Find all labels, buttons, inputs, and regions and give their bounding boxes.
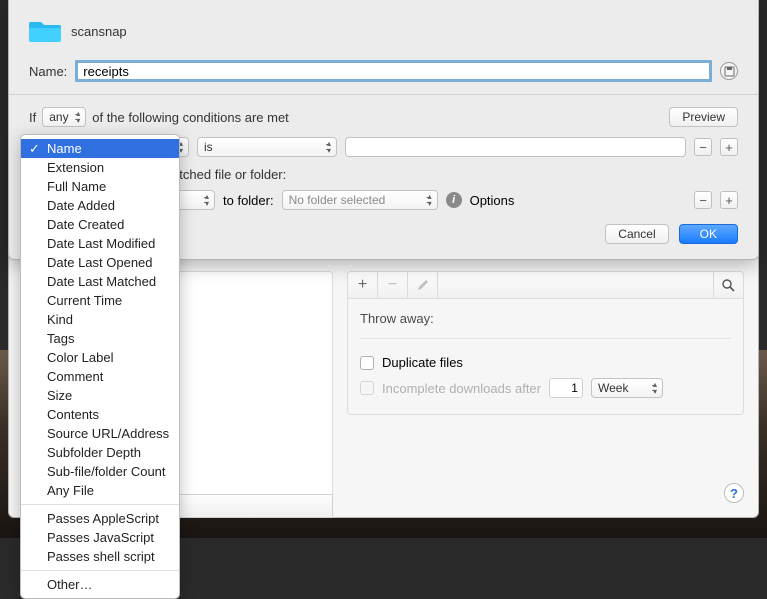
menu-item[interactable]: Source URL/Address bbox=[21, 424, 179, 443]
menu-item[interactable]: Name bbox=[21, 139, 179, 158]
menu-item[interactable]: Tags bbox=[21, 329, 179, 348]
info-icon: i bbox=[446, 192, 462, 208]
incomplete-downloads-number bbox=[549, 378, 583, 398]
cancel-button[interactable]: Cancel bbox=[605, 224, 668, 244]
menu-item[interactable]: Full Name bbox=[21, 177, 179, 196]
ok-button[interactable]: OK bbox=[679, 224, 738, 244]
save-icon bbox=[724, 66, 735, 77]
details-panel: + − Throw away: Duplicate files In bbox=[347, 271, 744, 497]
throw-away-title: Throw away: bbox=[360, 311, 731, 339]
menu-item[interactable]: Date Last Modified bbox=[21, 234, 179, 253]
detail-add-button[interactable]: + bbox=[348, 272, 378, 298]
throw-away-section: Throw away: Duplicate files Incomplete d… bbox=[347, 299, 744, 415]
action-add-button[interactable]: + bbox=[720, 191, 738, 209]
menu-item[interactable]: Current Time bbox=[21, 291, 179, 310]
action-folder-select[interactable]: No folder selected ▴▾ bbox=[282, 190, 438, 210]
criteria-operator-select[interactable]: is ▴▾ bbox=[197, 137, 337, 157]
folder-name: scansnap bbox=[71, 24, 127, 39]
duplicate-files-label: Duplicate files bbox=[382, 355, 463, 370]
condition-tail-label: of the following conditions are met bbox=[92, 110, 289, 125]
menu-item[interactable]: Date Added bbox=[21, 196, 179, 215]
incomplete-downloads-row: Incomplete downloads after Week ▴▾ bbox=[360, 374, 731, 402]
help-button[interactable]: ? bbox=[724, 483, 744, 503]
menu-item[interactable]: Sub-file/folder Count bbox=[21, 462, 179, 481]
menu-item[interactable]: Subfolder Depth bbox=[21, 443, 179, 462]
menu-item[interactable]: Extension bbox=[21, 158, 179, 177]
incomplete-downloads-label: Incomplete downloads after bbox=[382, 381, 541, 396]
criteria-add-button[interactable]: + bbox=[720, 138, 738, 156]
menu-item[interactable]: Color Label bbox=[21, 348, 179, 367]
action-to-label: to folder: bbox=[223, 193, 274, 208]
menu-item[interactable]: Passes shell script bbox=[21, 547, 179, 566]
duplicate-files-row[interactable]: Duplicate files bbox=[360, 351, 731, 374]
details-toolbar: + − bbox=[347, 271, 744, 299]
menu-item[interactable]: Date Last Matched bbox=[21, 272, 179, 291]
detail-edit-button[interactable] bbox=[408, 272, 438, 298]
menu-item-other[interactable]: Other… bbox=[21, 575, 179, 594]
menu-item[interactable]: Date Created bbox=[21, 215, 179, 234]
save-preset-button[interactable] bbox=[720, 62, 738, 80]
menu-item[interactable]: Size bbox=[21, 386, 179, 405]
if-label: If bbox=[29, 110, 36, 125]
incomplete-downloads-unit-select: Week ▴▾ bbox=[591, 378, 663, 398]
rule-name-input[interactable] bbox=[75, 60, 712, 82]
criteria-value-input[interactable] bbox=[345, 137, 686, 157]
menu-item[interactable]: Passes AppleScript bbox=[21, 509, 179, 528]
detail-search-button[interactable] bbox=[713, 272, 743, 298]
menu-item[interactable]: Contents bbox=[21, 405, 179, 424]
detail-remove-button[interactable]: − bbox=[378, 272, 408, 298]
menu-item[interactable]: Kind bbox=[21, 310, 179, 329]
preview-button[interactable]: Preview bbox=[669, 107, 738, 127]
divider bbox=[9, 94, 758, 95]
search-icon bbox=[722, 279, 735, 292]
pencil-icon bbox=[417, 279, 429, 291]
folder-icon bbox=[29, 18, 61, 44]
duplicate-files-checkbox[interactable] bbox=[360, 356, 374, 370]
action-remove-button[interactable]: − bbox=[694, 191, 712, 209]
criteria-attribute-menu[interactable]: NameExtensionFull NameDate AddedDate Cre… bbox=[20, 134, 180, 599]
action-options-label[interactable]: Options bbox=[470, 193, 515, 208]
incomplete-downloads-checkbox bbox=[360, 381, 374, 395]
criteria-remove-button[interactable]: − bbox=[694, 138, 712, 156]
menu-item[interactable]: Date Last Opened bbox=[21, 253, 179, 272]
menu-item[interactable]: Any File bbox=[21, 481, 179, 500]
name-label: Name: bbox=[29, 64, 67, 79]
menu-item[interactable]: Comment bbox=[21, 367, 179, 386]
condition-scope-select[interactable]: any ▴▾ bbox=[42, 107, 86, 127]
